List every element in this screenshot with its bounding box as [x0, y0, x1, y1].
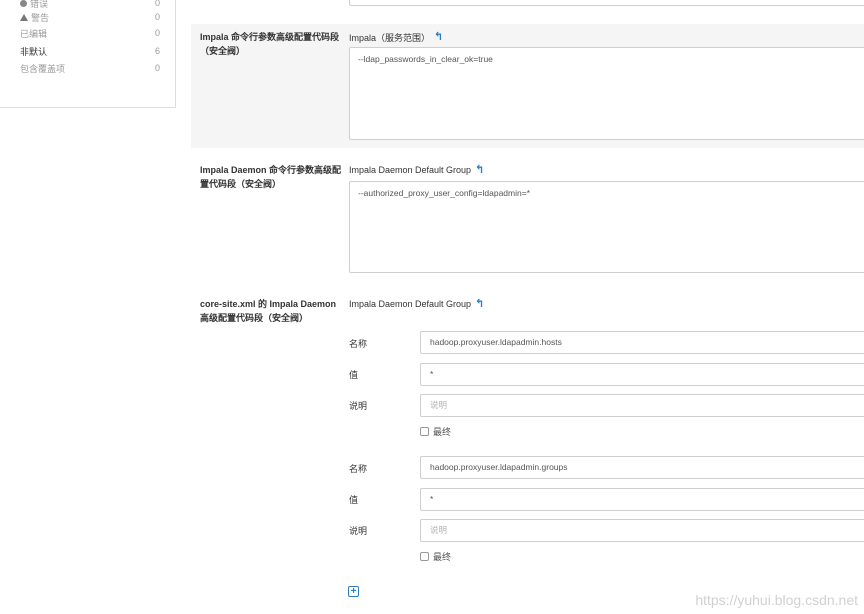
config-label: Impala Daemon 命令行参数高级配置代码段（安全阀）	[200, 165, 342, 189]
property-value-input[interactable]: *	[420, 488, 864, 511]
config-group-title: Impala Daemon Default Group ↰	[349, 164, 484, 175]
filter-non-default[interactable]: 非默认 6	[20, 44, 160, 58]
value-label: 值	[349, 495, 359, 505]
filter-has-overrides[interactable]: 包含覆盖项 0	[20, 61, 160, 75]
filter-warning[interactable]: 警告 0	[20, 10, 160, 24]
name-label: 名称	[349, 339, 368, 349]
filter-edited[interactable]: 已编辑 0	[20, 26, 160, 40]
property-name-input[interactable]: hadoop.proxyuser.ldapadmin.hosts	[420, 331, 864, 354]
group-name: Impala Daemon Default Group	[349, 299, 472, 309]
watermark: https://yuhui.blog.csdn.net	[695, 592, 858, 608]
filter-count: 0	[154, 63, 160, 73]
filter-count: 0	[154, 0, 160, 8]
undo-arrow-icon[interactable]: ↰	[434, 32, 443, 43]
filter-label: 包含覆盖项	[20, 63, 66, 74]
description-label: 说明	[349, 401, 368, 411]
final-checkbox[interactable]	[420, 552, 429, 561]
plus-square-icon: +	[350, 586, 357, 597]
final-label: 最终	[433, 427, 452, 437]
final-label: 最终	[433, 552, 452, 562]
error-icon	[20, 0, 27, 7]
previous-config-field[interactable]	[349, 0, 864, 6]
add-entry-button[interactable]: +	[348, 586, 359, 597]
filter-error[interactable]: 错误 0	[20, 0, 160, 10]
config-group-title: Impala Daemon Default Group ↰	[349, 298, 484, 309]
filter-count: 0	[154, 28, 160, 38]
final-checkbox-row[interactable]: 最终	[420, 425, 451, 438]
description-label: 说明	[349, 526, 368, 536]
undo-arrow-icon[interactable]: ↰	[475, 164, 484, 175]
final-checkbox[interactable]	[420, 427, 429, 436]
filter-label: 已编辑	[20, 28, 48, 39]
warning-icon	[20, 13, 28, 21]
group-name: Impala Daemon Default Group	[349, 165, 472, 175]
filter-label: 非默认	[20, 46, 48, 57]
property-name-input[interactable]: hadoop.proxyuser.ldapadmin.groups	[420, 456, 864, 479]
filter-count: 6	[154, 46, 160, 56]
name-label: 名称	[349, 464, 368, 474]
config-impala-cmdline: Impala 命令行参数高级配置代码段（安全阀） Impala（服务范围） ↰ …	[191, 24, 864, 148]
property-description-input[interactable]: 说明	[420, 394, 864, 417]
filter-count: 0	[154, 12, 160, 22]
group-name: Impala（服务范围）	[349, 33, 431, 43]
filter-label: 警告	[31, 12, 50, 23]
final-checkbox-row[interactable]: 最终	[420, 550, 451, 563]
config-group-title: Impala（服务范围） ↰	[349, 31, 443, 44]
property-value-input[interactable]: *	[420, 363, 864, 386]
property-description-input[interactable]: 说明	[420, 519, 864, 542]
undo-arrow-icon[interactable]: ↰	[475, 298, 484, 309]
config-label: core-site.xml 的 Impala Daemon 高级配置代码段（安全…	[200, 299, 337, 323]
value-label: 值	[349, 370, 359, 380]
config-daemon-cmdline: Impala Daemon 命令行参数高级配置代码段（安全阀） Impala D…	[191, 158, 864, 278]
config-label: Impala 命令行参数高级配置代码段（安全阀）	[200, 32, 340, 56]
config-textarea[interactable]: --ldap_passwords_in_clear_ok=true	[349, 47, 864, 140]
config-textarea[interactable]: --authorized_proxy_user_config=ldapadmin…	[349, 181, 864, 273]
filter-label: 错误	[30, 0, 49, 9]
